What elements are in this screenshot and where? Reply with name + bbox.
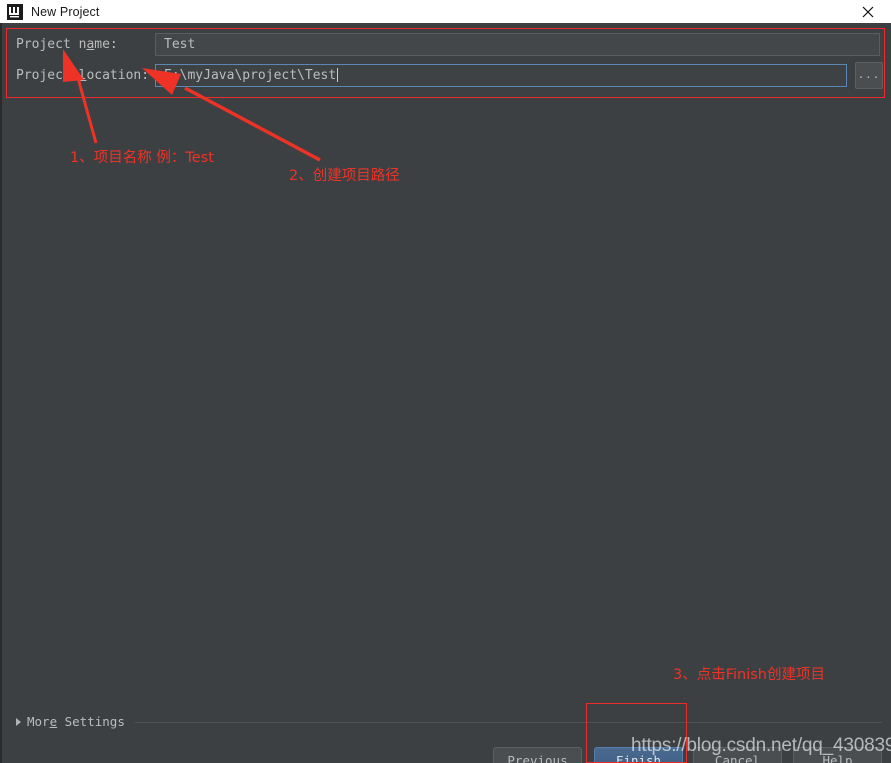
previous-button[interactable]: Previous <box>493 747 582 763</box>
dialog-body: Project name: Test Project location: E:\… <box>0 23 891 763</box>
intellij-idea-icon <box>7 3 23 20</box>
window-titlebar: New Project <box>0 0 891 24</box>
more-settings-expander[interactable]: More Settings <box>16 714 882 729</box>
chevron-right-icon <box>16 717 21 726</box>
project-location-label: Project location: <box>16 67 150 83</box>
project-location-value: E:\myJava\project\Test <box>164 67 337 83</box>
annotation-text-3: 3、点击Finish创建项目 <box>673 667 826 683</box>
project-location-row: Project location: E:\myJava\project\Test… <box>9 61 886 89</box>
project-name-value: Test <box>164 36 196 52</box>
new-project-dialog: New Project Project name: Test Project l… <box>0 0 891 763</box>
window-title: New Project <box>31 4 100 19</box>
close-icon[interactable] <box>845 0 891 23</box>
project-name-input[interactable]: Test <box>155 32 880 56</box>
watermark-text: https://blog.csdn.net/qq_43083910 <box>631 735 891 756</box>
more-settings-label: More Settings <box>27 714 125 729</box>
project-location-input[interactable]: E:\myJava\project\Test <box>155 63 847 87</box>
more-settings-divider <box>134 722 882 723</box>
project-name-label: Project name: <box>16 36 118 52</box>
project-form: Project name: Test Project location: E:\… <box>9 30 886 92</box>
annotation-text-2: 2、创建项目路径 <box>289 168 400 184</box>
annotation-text-1: 1、项目名称 例：Test <box>70 150 214 166</box>
project-name-row: Project name: Test <box>9 32 886 56</box>
text-caret <box>337 68 339 82</box>
browse-location-button[interactable]: ... <box>855 61 883 89</box>
